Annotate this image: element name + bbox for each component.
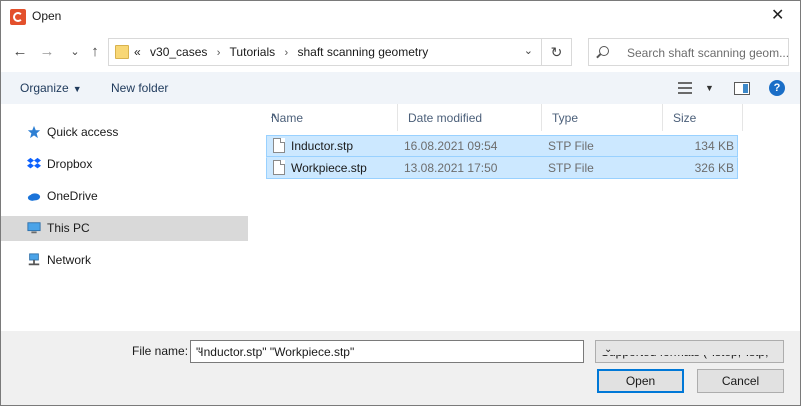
file-type: STP File [548,139,594,153]
up-button[interactable]: ↑ [85,42,105,62]
window-title: Open [32,9,62,23]
chevron-down-icon[interactable]: ⌄ [196,345,578,356]
navigation-bar: ← → ⌄ ↑ « v30_cases › Tutorials › shaft … [1,32,800,72]
chevron-down-icon[interactable]: ⌄ [601,344,779,355]
column-label: Date modified [408,111,483,125]
breadcrumb: « v30_cases › Tutorials › shaft scanning… [134,45,428,59]
sidebar-item-quick-access[interactable]: Quick access [1,120,248,145]
chevron-right-icon[interactable]: › [217,47,221,59]
column-header-type[interactable]: Type [542,104,663,131]
file-name-panel: File name: "Inductor.stp" "Workpiece.stp… [1,331,800,405]
organize-button[interactable]: Organize ▼ [20,81,82,95]
view-options-icon[interactable] [678,82,692,94]
file-type: STP File [548,161,594,175]
file-list: ^ Name Date modified Type Size Inductor.… [259,104,800,331]
sidebar-item-network[interactable]: Network [1,248,248,273]
sidebar-item-label: This PC [47,221,90,235]
breadcrumb-overflow[interactable]: « [134,45,141,59]
column-label: Size [673,111,697,125]
arrow-right-icon: → [39,43,55,60]
column-header-date-modified[interactable]: Date modified [398,104,542,131]
back-button[interactable]: ← [10,42,30,62]
forward-button[interactable]: → [37,42,57,62]
breadcrumb-item-v30-cases[interactable]: v30_cases [150,45,207,59]
breadcrumb-item-tutorials[interactable]: Tutorials [230,45,276,59]
sidebar-item-label: Dropbox [47,157,93,171]
column-label: Type [552,111,579,125]
help-icon[interactable]: ? [769,80,785,96]
address-bar[interactable]: « v30_cases › Tutorials › shaft scanning… [108,38,542,66]
file-size: 326 KB [694,161,734,175]
cancel-button[interactable]: Cancel [697,369,784,393]
file-size: 134 KB [694,139,734,153]
breadcrumb-item-shaft-scanning-geometry[interactable]: shaft scanning geometry [297,45,428,59]
chevron-down-icon: ⌄ [70,46,80,58]
title-bar: Open ✕ [1,1,800,32]
preview-pane-icon[interactable] [734,82,750,95]
organize-label: Organize [20,81,69,95]
close-button[interactable]: ✕ [754,1,800,32]
arrow-left-icon: ← [12,43,28,60]
sidebar-item-this-pc[interactable]: This PC [1,216,248,241]
file-name-input[interactable]: "Inductor.stp" "Workpiece.stp" ⌄ [190,340,584,363]
search-input[interactable]: Search shaft scanning geom... [627,46,789,60]
column-label: Name [271,111,304,125]
search-icon [599,46,609,56]
app-logo-icon [10,9,26,25]
sidebar-item-dropbox[interactable]: Dropbox [1,152,248,177]
cloud-icon [27,193,41,201]
command-toolbar: Organize ▼ New folder ▼ ? [1,72,800,104]
file-icon [273,138,285,153]
open-button[interactable]: Open [597,369,684,393]
navigation-pane: Quick access Dropbox OneDrive This PC Ne… [1,104,248,331]
star-icon [27,125,41,139]
address-history-dropdown-icon[interactable]: ⌄ [524,44,533,57]
new-folder-button[interactable]: New folder [111,81,168,95]
file-name-label: File name: [132,344,189,358]
file-name: Workpiece.stp [291,161,367,175]
column-header-size[interactable]: Size [663,104,743,131]
chevron-right-icon[interactable]: › [284,47,288,59]
recent-locations-button[interactable]: ⌄ [65,42,85,62]
dropbox-icon [27,157,41,169]
sidebar-item-label: Network [47,253,92,267]
sidebar-item-label: Quick access [47,125,119,139]
file-date: 16.08.2021 09:54 [404,139,498,153]
file-row-workpiece[interactable]: Workpiece.stp 13.08.2021 17:50 STP File … [266,157,738,179]
computer-icon [27,222,41,234]
sidebar-item-label: OneDrive [47,189,98,203]
column-header-name[interactable]: ^ Name [261,104,398,131]
open-dialog: Open ✕ ← → ⌄ ↑ « v30_cases › Tutorials ›… [0,0,801,406]
sidebar-item-onedrive[interactable]: OneDrive [1,184,248,209]
arrow-up-icon: ↑ [91,43,99,60]
folder-icon [115,45,129,59]
file-name: Inductor.stp [291,139,354,153]
file-icon [273,160,285,175]
file-row-inductor[interactable]: Inductor.stp 16.08.2021 09:54 STP File 1… [266,135,738,157]
network-icon [28,253,40,266]
refresh-icon: ↻ [550,44,563,60]
search-box[interactable]: Search shaft scanning geom... [588,38,789,66]
view-options-caret-icon[interactable]: ▼ [705,83,714,93]
refresh-button[interactable]: ↻ [542,38,572,66]
file-date: 13.08.2021 17:50 [404,161,498,175]
close-icon: ✕ [771,7,785,24]
new-folder-label: New folder [111,81,169,95]
caret-down-icon: ▼ [72,84,82,94]
file-type-filter-select[interactable]: Supported formats (*.step;*.stp; ⌄ [595,340,784,363]
